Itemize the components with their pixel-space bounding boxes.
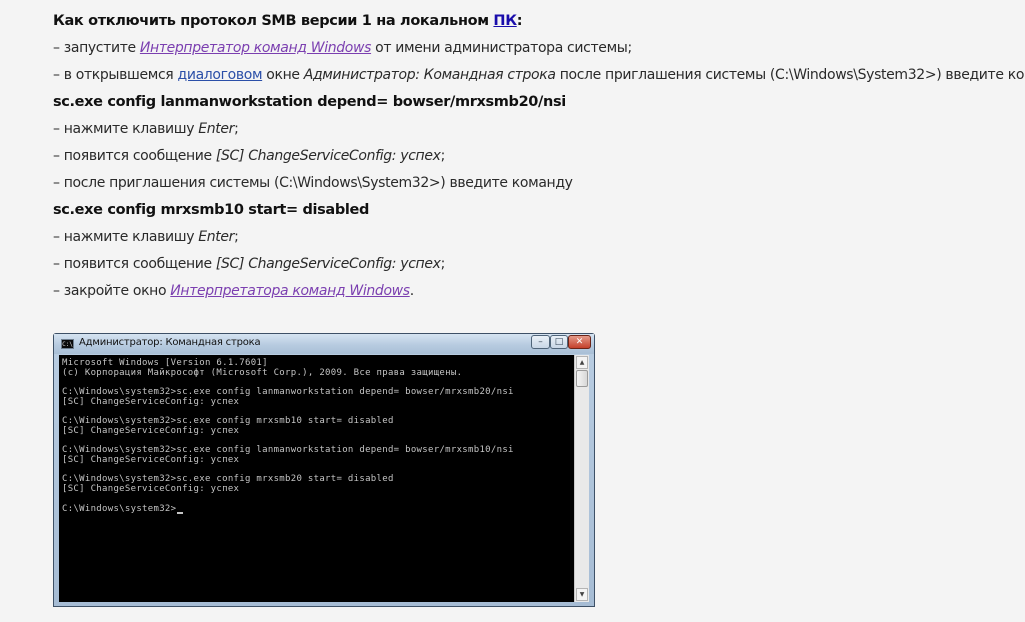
step8-suffix: . xyxy=(409,283,414,299)
pc-link[interactable]: ПК xyxy=(493,13,517,29)
step-message-1: – появится сообщение [SC] ChangeServiceC… xyxy=(53,143,1018,170)
console-line: (c) Корпорация Майкрософт (Microsoft Cor… xyxy=(62,367,463,378)
console-scrollbar: ▲ ▼ xyxy=(574,355,589,602)
step7-prefix: – появится сообщение xyxy=(53,256,216,272)
console-line: [SC] ChangeServiceConfig: успех xyxy=(62,425,240,436)
console-line: C:\Windows\system32>sc.exe config mrxsmb… xyxy=(62,416,394,427)
console-line: [SC] ChangeServiceConfig: успех xyxy=(62,455,240,465)
step1-suffix: от имени администратора системы; xyxy=(371,40,632,56)
console-output: Microsoft Windows [Version 6.1.7601] (c) … xyxy=(59,355,574,602)
step6-suffix: ; xyxy=(234,229,239,245)
step4-suffix: ; xyxy=(440,148,446,164)
maximize-icon: □ xyxy=(550,335,568,349)
console-line: [SC] ChangeServiceConfig: успех xyxy=(62,484,240,495)
step7-suffix: ; xyxy=(440,256,446,272)
console-line: C:\Windows\system32>sc.exe config mrxsmb… xyxy=(62,474,394,485)
step2-suffix: после приглашения системы (C:\Windows\Sy… xyxy=(555,67,1025,83)
step4-prefix: – появится сообщение xyxy=(53,148,216,164)
cmd-app-icon: C:\ xyxy=(61,339,74,349)
window-name: Администратор: Командная строка xyxy=(303,67,556,83)
step-message-2: – появится сообщение [SC] ChangeServiceC… xyxy=(53,251,1018,278)
step3-suffix: ; xyxy=(234,121,239,137)
console-line: C:\Windows\system32>sc.exe config lanman… xyxy=(62,387,514,398)
console-line: Microsoft Windows [Version 6.1.7601] xyxy=(62,358,268,368)
interpreter-link[interactable]: Интерпретатор команд Windows xyxy=(140,40,372,56)
step2-mid: окне xyxy=(262,67,304,83)
step-press-enter-1: – нажмите клавишу Enter; xyxy=(53,116,1018,143)
cmd-window-screenshot: C:\ Администратор: Командная строка – □ … xyxy=(53,333,595,607)
step8-prefix: – закройте окно xyxy=(53,283,171,299)
heading-text: Как отключить протокол SMB версии 1 на л… xyxy=(53,13,494,29)
step3-prefix: – нажмите клавишу xyxy=(53,121,199,137)
interpreter-link-2[interactable]: Интерпретатора команд Windows xyxy=(170,283,410,299)
step2-prefix: – в открывшемся xyxy=(53,67,178,83)
step6-prefix: – нажмите клавишу xyxy=(53,229,199,245)
success-message: [SC] ChangeServiceConfig: успех xyxy=(215,256,441,272)
console-cursor xyxy=(177,511,184,514)
dialog-link[interactable]: диалоговом xyxy=(177,67,262,83)
command-lanmanworkstation: sc.exe config lanmanworkstation depend= … xyxy=(53,94,566,110)
console-line: C:\Windows\system32> xyxy=(62,503,177,514)
enter-key-label: Enter xyxy=(198,229,235,245)
scroll-down-icon: ▼ xyxy=(576,588,588,601)
scroll-up-icon: ▲ xyxy=(576,356,588,369)
section-heading: Как отключить протокол SMB версии 1 на л… xyxy=(53,8,1018,35)
step-enter-command-2: – после приглашения системы (C:\Windows\… xyxy=(53,175,573,191)
step-run-interpreter: – запустите Интерпретатор команд Windows… xyxy=(53,35,1018,62)
cmd-titlebar: C:\ Администратор: Командная строка – □ … xyxy=(54,334,594,354)
console-line: C:\Windows\system32>sc.exe config lanman… xyxy=(62,445,514,456)
console-line: [SC] ChangeServiceConfig: успех xyxy=(62,396,240,407)
minimize-icon: – xyxy=(531,335,550,349)
step-press-enter-2: – нажмите клавишу Enter; xyxy=(53,224,1018,251)
step-enter-command: – в открывшемся диалоговом окне Админист… xyxy=(53,62,1025,89)
step-close-window: – закройте окно Интерпретатора команд Wi… xyxy=(53,278,1018,305)
heading-colon: : xyxy=(516,13,523,29)
success-message: [SC] ChangeServiceConfig: успех xyxy=(215,148,441,164)
scroll-thumb xyxy=(576,370,588,387)
close-icon: ✕ xyxy=(568,335,591,349)
step1-prefix: – запустите xyxy=(53,40,140,56)
cmd-window-title: Администратор: Командная строка xyxy=(79,337,261,348)
enter-key-label: Enter xyxy=(198,121,235,137)
command-mrxsmb10: sc.exe config mrxsmb10 start= disabled xyxy=(53,202,370,218)
article-body: Как отключить протокол SMB версии 1 на л… xyxy=(53,8,1025,305)
